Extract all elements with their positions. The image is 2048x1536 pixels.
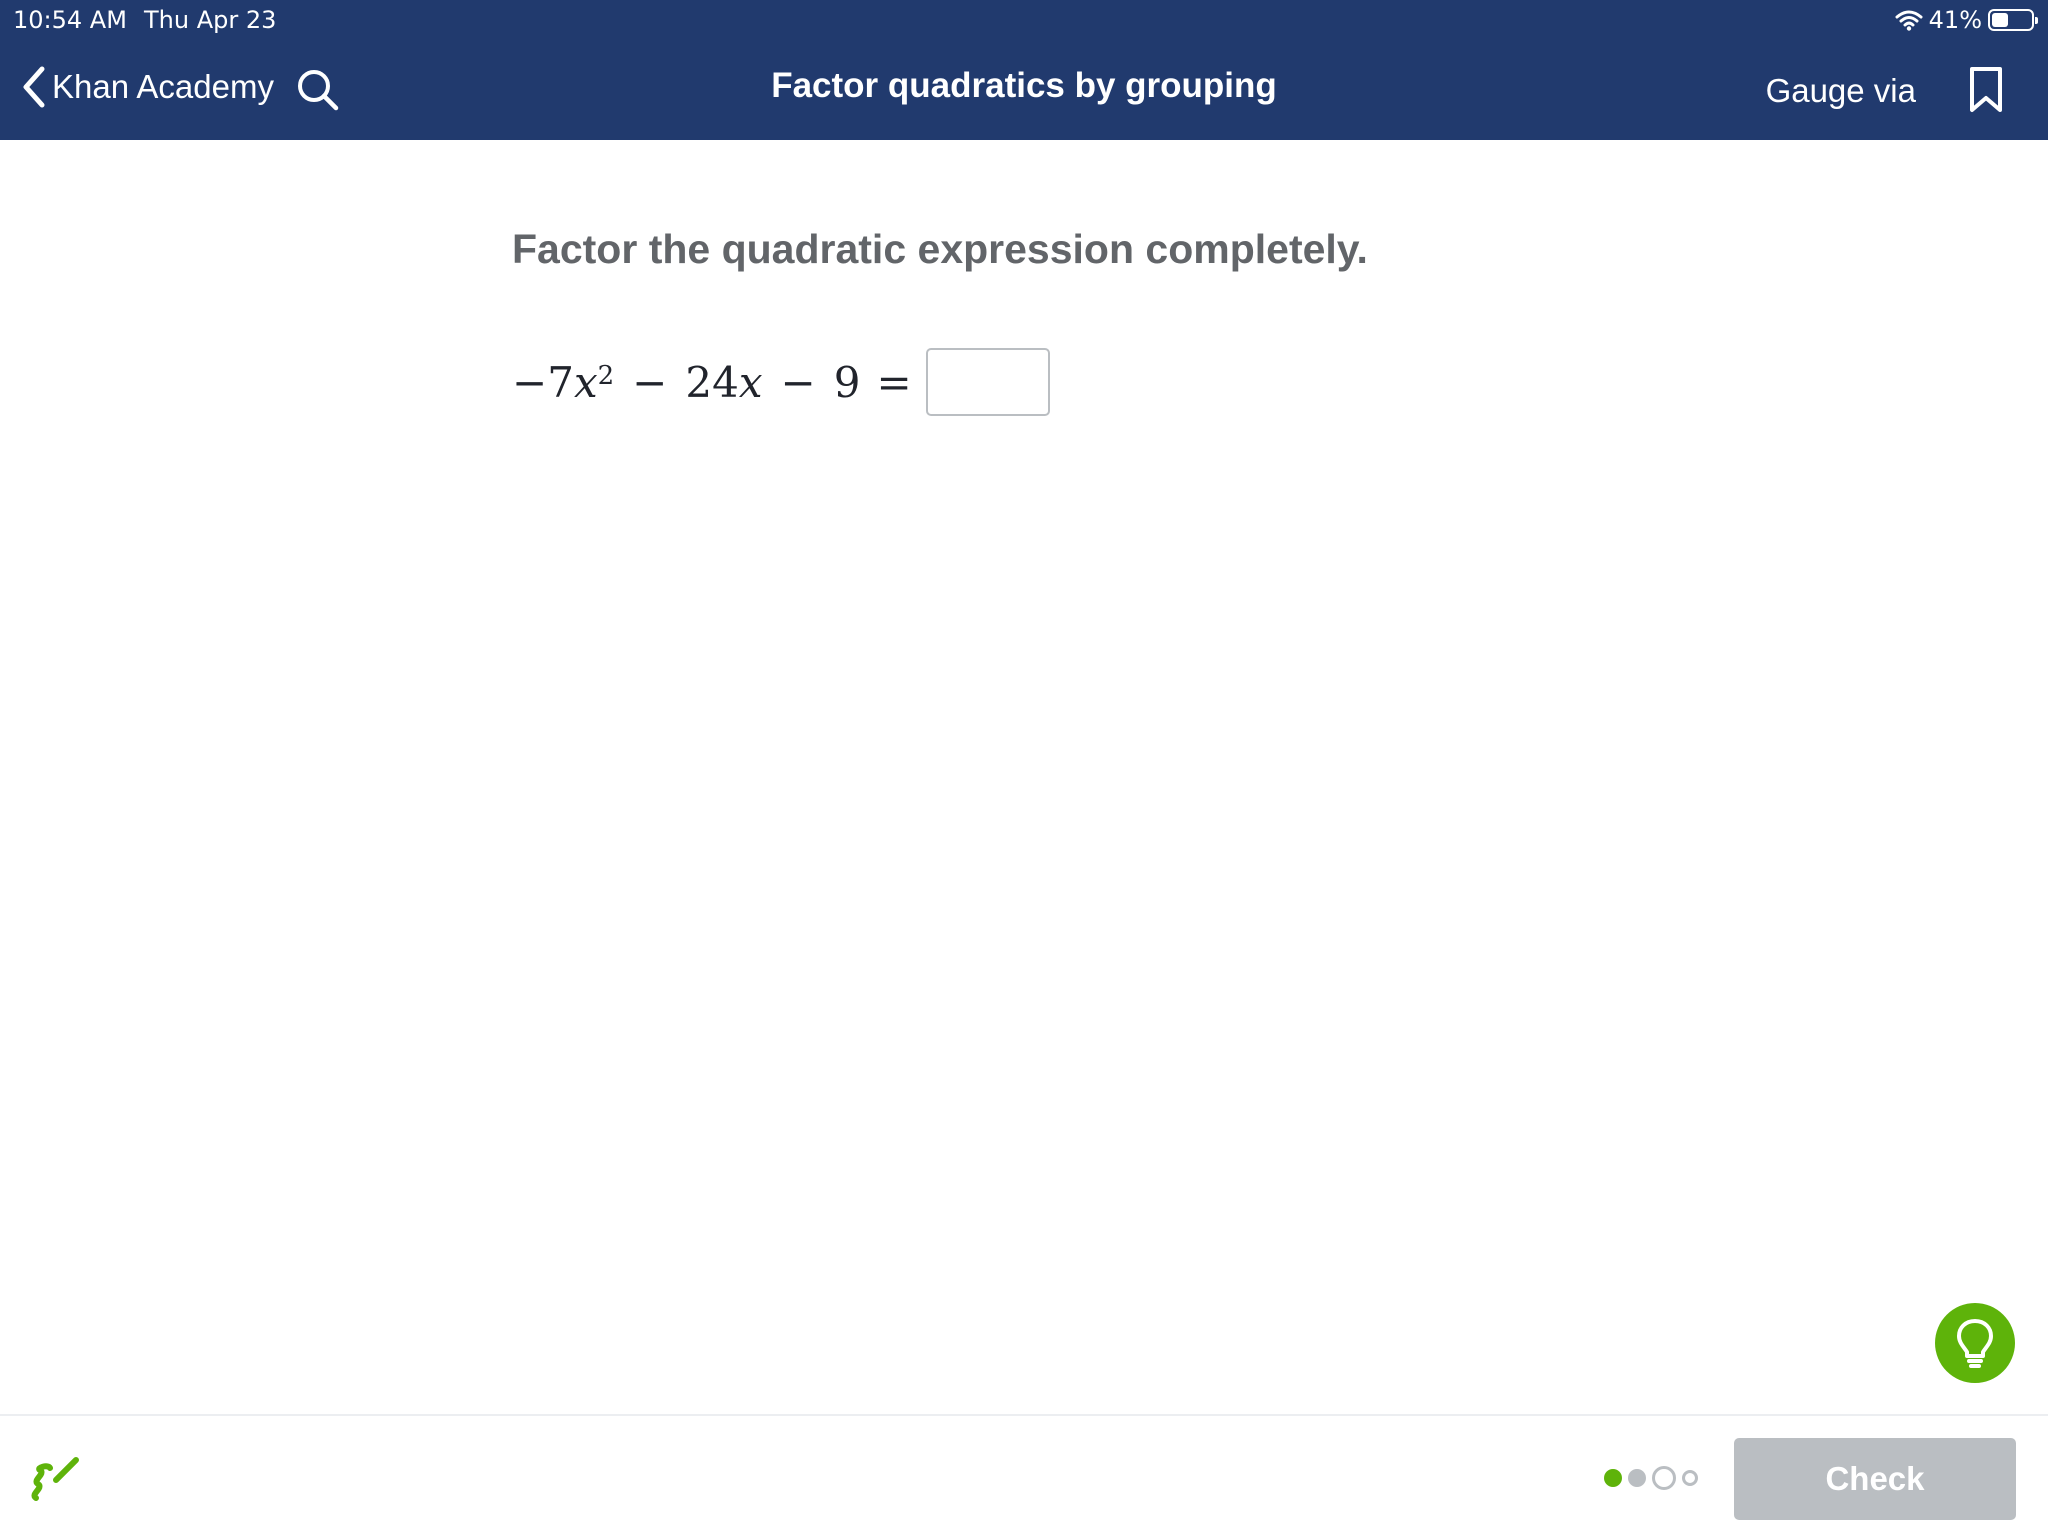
- battery-icon: [1988, 9, 2038, 31]
- eq-coef-a: 7: [547, 357, 574, 407]
- status-date: Thu Apr 23: [144, 6, 277, 34]
- status-bar: 10:54 AM Thu Apr 23 41%: [0, 0, 2048, 40]
- equation: − 7 x 2 − 24 x − 9 =: [512, 348, 1050, 416]
- eq-constant: 9: [833, 357, 861, 407]
- wifi-icon: [1895, 10, 1923, 31]
- progress-dot: [1682, 1470, 1698, 1486]
- battery-fill: [1992, 13, 2008, 27]
- page-title: Factor quadratics by grouping: [771, 66, 1277, 105]
- progress-dot: [1628, 1469, 1646, 1487]
- status-right: 41%: [1895, 6, 2038, 34]
- top-nav-bar: Khan Academy Factor quadratics by groupi…: [0, 40, 2048, 140]
- eq-coef-b: 24: [685, 357, 739, 407]
- question-prompt: Factor the quadratic expression complete…: [512, 226, 1368, 272]
- footer-bar: Check: [0, 1414, 2048, 1536]
- bookmark-icon: [1970, 67, 2002, 112]
- eq-op2: −: [780, 357, 816, 407]
- bookmark-button[interactable]: [1968, 66, 2004, 119]
- question-progress-dots: [1604, 1466, 1698, 1490]
- eq-minus-sign: −: [512, 357, 548, 407]
- check-button[interactable]: Check: [1734, 1438, 2016, 1520]
- eq-equals: =: [876, 357, 912, 407]
- progress-dot: [1652, 1466, 1676, 1490]
- battery-percent: 41%: [1928, 6, 1982, 34]
- gauge-via-button[interactable]: Gauge via: [1766, 72, 1916, 110]
- hint-button[interactable]: [1935, 1303, 2015, 1383]
- eq-exponent: 2: [597, 361, 615, 391]
- eq-var-x: x: [573, 357, 598, 407]
- question-area: Factor the quadratic expression complete…: [512, 226, 1368, 416]
- scratchpad-pencil-icon: [31, 1457, 79, 1501]
- status-time: 10:54 AM: [13, 6, 127, 34]
- answer-input[interactable]: [925, 348, 1050, 416]
- progress-dot: [1604, 1469, 1622, 1487]
- eq-op1: −: [632, 357, 668, 407]
- lightbulb-icon: [1957, 1319, 1993, 1368]
- scratchpad-button[interactable]: [28, 1450, 84, 1511]
- eq-var-x: x: [738, 357, 763, 407]
